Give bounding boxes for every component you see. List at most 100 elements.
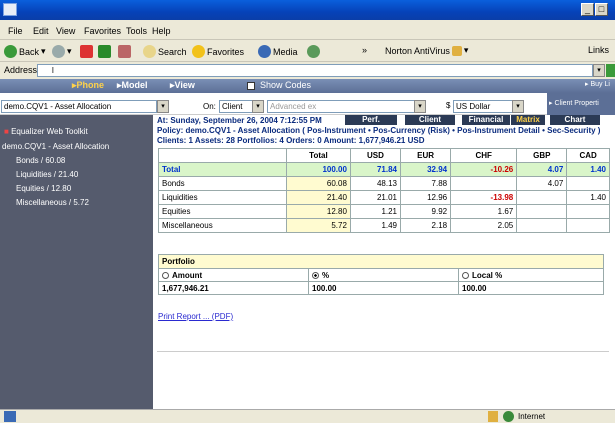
tab-client[interactable]: Client bbox=[405, 115, 455, 125]
local-pct-option[interactable]: Local % bbox=[458, 268, 604, 282]
on-select-dropdown[interactable]: ▾ bbox=[252, 100, 264, 113]
column-header bbox=[158, 148, 287, 163]
refresh-icon bbox=[98, 45, 111, 58]
amount-radio[interactable] bbox=[162, 271, 169, 279]
tab-chart[interactable]: Chart bbox=[550, 115, 600, 125]
address-input[interactable]: l bbox=[37, 64, 593, 77]
tree-item-equities[interactable]: Equities / 12.80 bbox=[16, 184, 71, 193]
buy-link[interactable]: ▸ Buy Li bbox=[585, 80, 610, 88]
local-pct-radio[interactable] bbox=[462, 271, 469, 279]
cell-cad: 1.40 bbox=[566, 190, 610, 205]
portfolio-table: Portfolio Amount % Local % 1,677,946.21 … bbox=[158, 254, 604, 295]
menu-help[interactable]: Help bbox=[152, 26, 171, 36]
print-report-link[interactable]: Print Report ... (PDF) bbox=[158, 312, 233, 321]
cell-usd: 21.01 bbox=[349, 190, 402, 205]
show-codes-checkbox[interactable] bbox=[247, 82, 255, 90]
menu-file[interactable]: File bbox=[8, 26, 23, 36]
tree-item-liquidities[interactable]: Liquidities / 21.40 bbox=[16, 170, 78, 179]
portfolio-pct: 100.00 bbox=[308, 281, 459, 295]
zone-label: Internet bbox=[518, 412, 546, 421]
tree-item-miscellaneous[interactable]: Miscellaneous / 5.72 bbox=[16, 198, 89, 207]
cell-eur: 12.96 bbox=[400, 190, 452, 205]
cell-total: 100.00 bbox=[285, 162, 351, 177]
cell-total: 5.72 bbox=[285, 218, 351, 233]
minimize-button[interactable]: _ bbox=[581, 3, 594, 16]
norton-icon bbox=[451, 45, 462, 56]
forward-arrow-icon bbox=[52, 45, 65, 58]
row-label: Liquidities bbox=[158, 190, 287, 205]
cell-eur: 32.94 bbox=[400, 162, 452, 177]
pct-option[interactable]: % bbox=[308, 268, 459, 282]
advanced-select-dropdown[interactable]: ▾ bbox=[414, 100, 426, 113]
internet-zone-icon bbox=[503, 411, 514, 422]
menu-tools[interactable]: Tools bbox=[126, 26, 147, 36]
divider bbox=[157, 351, 609, 352]
cell-usd: 1.49 bbox=[349, 218, 402, 233]
cell-gbp: 4.07 bbox=[516, 162, 568, 177]
cell-eur: 2.18 bbox=[400, 218, 452, 233]
stop-button[interactable] bbox=[80, 45, 93, 58]
toolkit-icon: ■ bbox=[4, 127, 12, 136]
nav-model[interactable]: ▸Model bbox=[117, 80, 148, 91]
column-header: CHF bbox=[450, 148, 518, 163]
table-header-row: Total USD EUR CHF GBP CAD bbox=[158, 148, 610, 163]
table-row-miscellaneous: Miscellaneous 5.72 1.49 2.18 2.05 bbox=[158, 218, 610, 233]
cell-cad bbox=[566, 176, 610, 191]
norton-antivirus-button[interactable]: Norton AntiVirus ▾ bbox=[385, 45, 468, 56]
tree-root[interactable]: demo.CQV1 - Asset Allocation bbox=[2, 142, 109, 151]
cell-chf: 1.67 bbox=[450, 204, 518, 219]
table-row-total: Total 100.00 71.84 32.94 -10.26 4.07 1.4… bbox=[158, 162, 610, 177]
cell-total: 12.80 bbox=[285, 204, 351, 219]
nav-phone[interactable]: ▸Phone bbox=[72, 80, 104, 91]
show-codes-label: Show Codes bbox=[260, 80, 312, 90]
menu-view[interactable]: View bbox=[56, 26, 75, 36]
tab-matrix[interactable]: Matrix bbox=[511, 115, 545, 125]
nav-view[interactable]: ▸View bbox=[170, 80, 195, 91]
toolbar-overflow-chevron[interactable]: » bbox=[362, 45, 367, 55]
model-select-dropdown[interactable]: ▾ bbox=[157, 100, 169, 113]
cell-cad bbox=[566, 204, 610, 219]
menu-edit[interactable]: Edit bbox=[33, 26, 49, 36]
links-button[interactable]: Links bbox=[588, 45, 609, 55]
on-label: On: bbox=[203, 102, 216, 111]
search-icon bbox=[143, 45, 156, 58]
history-button[interactable] bbox=[307, 45, 320, 58]
row-label: Total bbox=[158, 162, 287, 177]
menu-favorites[interactable]: Favorites bbox=[84, 26, 121, 36]
history-icon bbox=[307, 45, 320, 58]
address-dropdown-button[interactable]: ▾ bbox=[593, 64, 605, 77]
advanced-select[interactable]: Advanced ex bbox=[267, 100, 415, 113]
search-button[interactable]: Search bbox=[143, 45, 187, 58]
on-select[interactable]: Client bbox=[219, 100, 253, 113]
maximize-button[interactable]: □ bbox=[595, 3, 608, 16]
policy-text: Policy: demo.CQV1 - Asset Allocation ( P… bbox=[157, 126, 601, 135]
menu-bar: File Edit View Favorites Tools Help bbox=[0, 23, 615, 40]
cell-chf bbox=[450, 176, 518, 191]
favorites-button[interactable]: Favorites bbox=[192, 45, 244, 58]
clients-summary: Clients: 1 Assets: 28 Portfolios: 4 Orde… bbox=[157, 136, 425, 145]
pct-radio[interactable] bbox=[312, 271, 319, 279]
main-pane: At: Sunday, September 26, 2004 7:12:55 P… bbox=[157, 115, 615, 409]
go-button[interactable] bbox=[606, 64, 615, 77]
client-properties-link[interactable]: ▸ Client Properti bbox=[547, 93, 615, 115]
home-button[interactable] bbox=[118, 45, 131, 58]
cell-cad bbox=[566, 218, 610, 233]
home-icon bbox=[118, 45, 131, 58]
currency-select[interactable]: US Dollar bbox=[453, 100, 513, 113]
back-button[interactable]: Back ▾ bbox=[4, 45, 46, 58]
row-label: Equities bbox=[158, 204, 287, 219]
tree-item-bonds[interactable]: Bonds / 60.08 bbox=[16, 156, 65, 165]
refresh-button[interactable] bbox=[98, 45, 111, 58]
amount-option[interactable]: Amount bbox=[158, 268, 309, 282]
address-bar: Address l ▾ bbox=[0, 62, 615, 79]
cell-gbp bbox=[516, 218, 568, 233]
toolkit-title: ■ Equalizer Web Toolkit bbox=[4, 127, 88, 136]
tab-financial[interactable]: Financial bbox=[462, 115, 510, 125]
media-icon bbox=[258, 45, 271, 58]
tab-perf[interactable]: Perf. bbox=[345, 115, 397, 125]
model-select[interactable]: demo.CQV1 - Asset Allocation bbox=[1, 100, 157, 113]
media-button[interactable]: Media bbox=[258, 45, 298, 58]
app-nav-bar: ▸Phone ▸Model ▸View Show Codes ▸ Buy Li bbox=[0, 79, 615, 93]
currency-select-dropdown[interactable]: ▾ bbox=[512, 100, 524, 113]
forward-button[interactable]: ▾ bbox=[52, 45, 72, 58]
